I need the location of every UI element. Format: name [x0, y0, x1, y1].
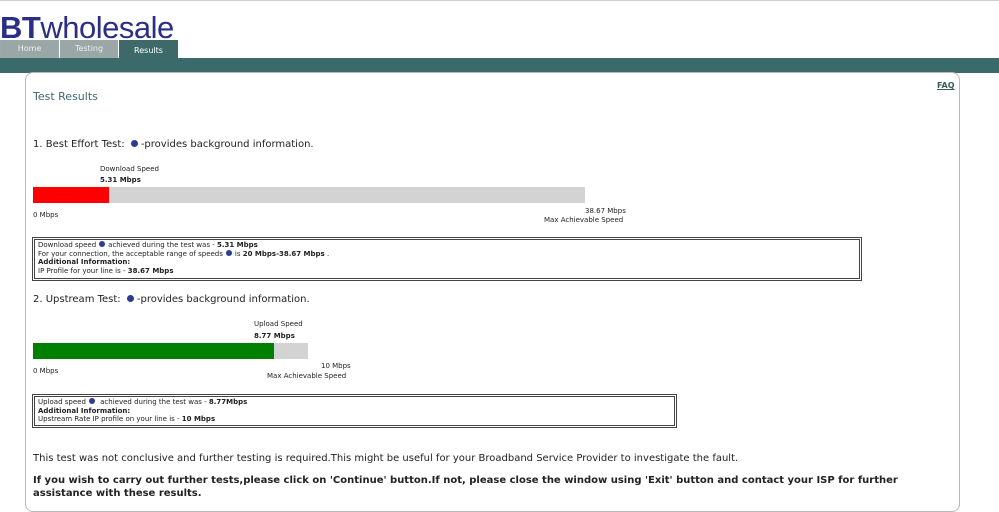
- acceptable-range-end: .: [324, 249, 330, 258]
- download-info-line-4: IP Profile for your line is - 38.67 Mbps: [38, 267, 856, 276]
- upload-progress-fill: [33, 343, 275, 359]
- upload-speed-value: 8.77 Mbps: [254, 332, 295, 340]
- download-info-text: Download speed: [38, 241, 97, 249]
- instructions-line-1: If you wish to carry out further tests,p…: [33, 475, 898, 486]
- upload-min-label: 0 Mbps: [33, 367, 59, 375]
- download-info-box: Download speed achieved during the test w…: [32, 237, 862, 281]
- download-additional-info-heading: Additional Information:: [38, 258, 131, 266]
- info-icon[interactable]: [130, 139, 138, 147]
- info-icon[interactable]: [126, 294, 134, 302]
- download-progress-fill: [33, 187, 109, 203]
- instructions-line-2: assistance with these results.: [33, 488, 202, 499]
- upload-info-line-1: Upload speed achieved during the test wa…: [38, 398, 671, 407]
- upload-speed-label: Upload Speed: [254, 320, 303, 328]
- upstream-heading-suffix: -provides background information.: [136, 294, 310, 305]
- best-effort-heading-text: 1. Best Effort Test:: [33, 139, 125, 150]
- download-speed-label: Download Speed: [100, 165, 159, 173]
- upload-info-line-3: Upstream Rate IP profile on your line is…: [38, 415, 671, 424]
- tab-testing[interactable]: Testing: [60, 40, 118, 58]
- acceptable-range-value: 20 Mbps-38.67 Mbps: [242, 249, 325, 258]
- download-max-value: 38.67 Mbps: [585, 207, 626, 215]
- download-achieved-value: 5.31 Mbps: [216, 241, 258, 249]
- download-info-text: achieved during the test was -: [108, 241, 217, 249]
- upload-max-value: 10 Mbps: [321, 362, 351, 370]
- upload-info-text: Upload speed: [38, 398, 86, 406]
- acceptable-range-text: is: [234, 249, 243, 258]
- ip-profile-text: IP Profile for your line is -: [38, 266, 128, 275]
- inconclusive-message: This test was not conclusive and further…: [33, 453, 739, 464]
- header-band: [0, 58, 999, 73]
- info-icon[interactable]: [225, 249, 232, 256]
- upload-info-box: Upload speed achieved during the test wa…: [32, 394, 677, 428]
- download-info-line-1: Download speed achieved during the test w…: [38, 241, 856, 250]
- download-progress-bar: [33, 187, 585, 203]
- upload-achieved-value: 8.77Mbps: [208, 398, 248, 406]
- upload-progress-bar: [33, 343, 308, 359]
- download-info-line-2: For your connection, the acceptable rang…: [38, 249, 856, 259]
- download-max-label: Max Achievable Speed: [544, 216, 624, 224]
- download-min-label: 0 Mbps: [33, 211, 59, 219]
- bt-wholesale-logo: BTwholesale: [0, 12, 174, 43]
- top-border: [0, 0, 999, 1]
- info-icon[interactable]: [88, 398, 95, 404]
- info-icon[interactable]: [99, 241, 106, 247]
- results-panel: [25, 72, 960, 512]
- upload-additional-info-heading: Additional Information:: [38, 406, 131, 415]
- download-speed-value: 5.31 Mbps: [100, 176, 141, 184]
- upstream-ip-profile-text: Upstream Rate IP profile on your line is…: [38, 415, 182, 423]
- best-effort-heading-suffix: -provides background information.: [140, 139, 314, 150]
- page-title: Test Results: [33, 90, 98, 103]
- upstream-heading-text: 2. Upstream Test:: [33, 294, 121, 305]
- ip-profile-value: 38.67 Mbps: [127, 266, 174, 275]
- acceptable-range-text: For your connection, the acceptable rang…: [38, 249, 223, 258]
- upstream-ip-profile-value: 10 Mbps: [181, 415, 216, 423]
- upstream-heading: 2. Upstream Test: -provides background i…: [33, 294, 310, 305]
- tab-results[interactable]: Results: [119, 40, 178, 60]
- upload-max-label: Max Achievable Speed: [267, 372, 347, 380]
- upload-info-text: achieved during the test was -: [97, 398, 209, 406]
- best-effort-heading: 1. Best Effort Test: -provides backgroun…: [33, 139, 314, 150]
- tab-home[interactable]: Home: [0, 40, 59, 58]
- faq-link[interactable]: FAQ: [937, 81, 955, 90]
